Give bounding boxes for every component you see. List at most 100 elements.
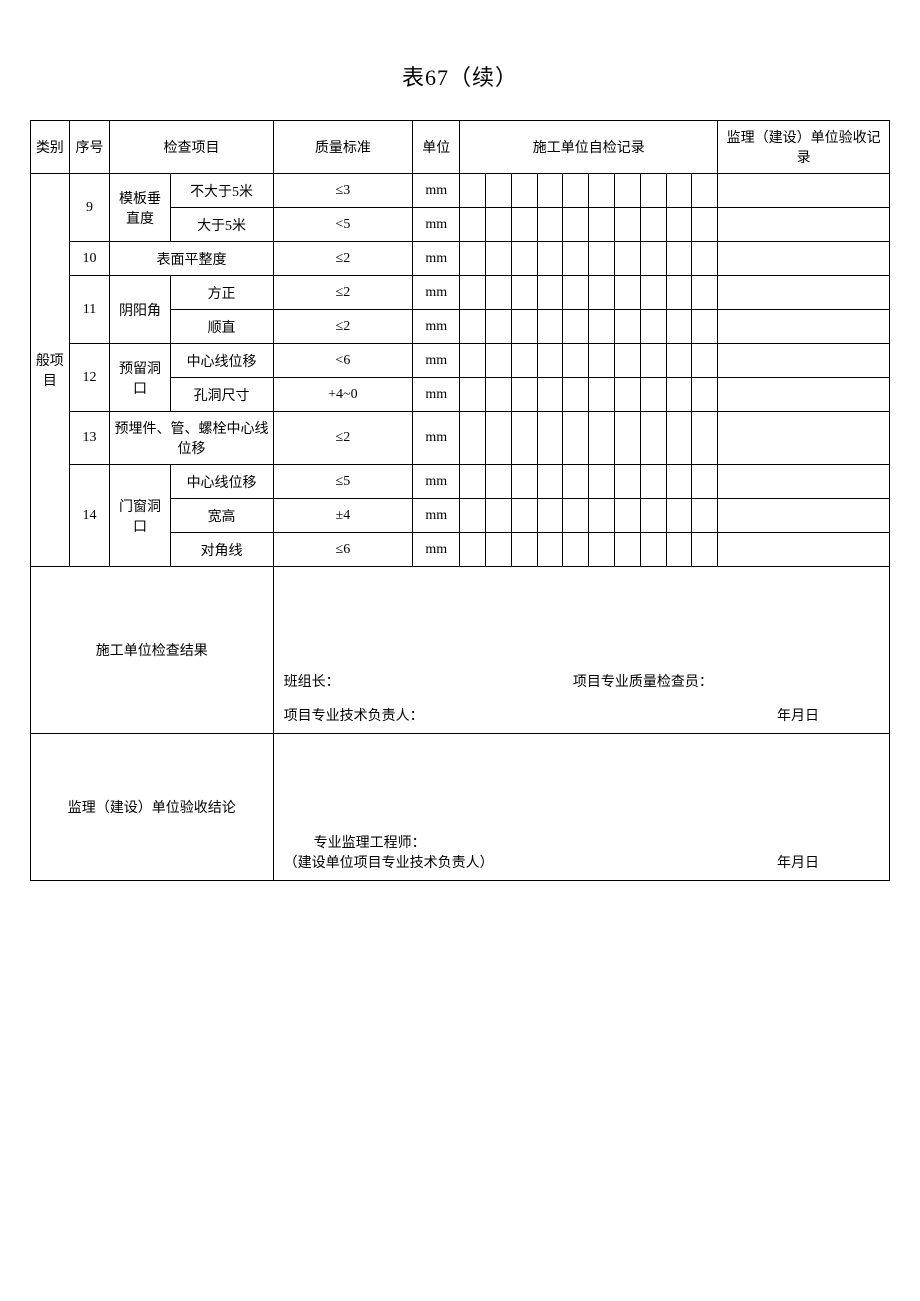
check-cell[interactable] [563,499,589,533]
check-cell[interactable] [537,344,563,378]
check-cell[interactable] [460,174,486,208]
check-cell[interactable] [640,533,666,567]
check-cell[interactable] [692,174,718,208]
check-cell[interactable] [563,174,589,208]
check-cell[interactable] [640,174,666,208]
check-cell[interactable] [614,499,640,533]
check-cell[interactable] [614,378,640,412]
check-cell[interactable] [692,310,718,344]
check-cell[interactable] [692,412,718,465]
check-cell[interactable] [537,499,563,533]
check-cell[interactable] [563,276,589,310]
supervisor-cell[interactable] [718,533,890,567]
check-cell[interactable] [537,465,563,499]
check-cell[interactable] [640,499,666,533]
check-cell[interactable] [640,344,666,378]
check-cell[interactable] [511,499,537,533]
check-cell[interactable] [563,378,589,412]
check-cell[interactable] [511,533,537,567]
check-cell[interactable] [640,310,666,344]
check-cell[interactable] [511,310,537,344]
check-cell[interactable] [563,242,589,276]
check-cell[interactable] [614,412,640,465]
check-cell[interactable] [666,310,692,344]
check-cell[interactable] [640,276,666,310]
check-cell[interactable] [563,533,589,567]
check-cell[interactable] [589,310,615,344]
check-cell[interactable] [486,242,512,276]
check-cell[interactable] [692,276,718,310]
check-cell[interactable] [460,344,486,378]
check-cell[interactable] [563,465,589,499]
check-cell[interactable] [486,344,512,378]
supervisor-cell[interactable] [718,174,890,208]
acceptance-content[interactable]: 专业监理工程师： （建设单位项目专业技术负责人） 年月日 [273,734,889,881]
supervisor-cell[interactable] [718,412,890,465]
check-cell[interactable] [692,344,718,378]
check-cell[interactable] [589,208,615,242]
check-cell[interactable] [511,174,537,208]
supervisor-cell[interactable] [718,344,890,378]
check-cell[interactable] [460,242,486,276]
check-cell[interactable] [537,533,563,567]
check-cell[interactable] [614,174,640,208]
supervisor-cell[interactable] [718,378,890,412]
check-cell[interactable] [640,242,666,276]
check-cell[interactable] [589,465,615,499]
check-cell[interactable] [666,533,692,567]
check-cell[interactable] [460,465,486,499]
check-cell[interactable] [666,208,692,242]
check-cell[interactable] [589,174,615,208]
check-cell[interactable] [486,310,512,344]
result-content[interactable]: 班组长： 项目专业质量检查员： 项目专业技术负责人： 年月日 [273,567,889,734]
check-cell[interactable] [692,242,718,276]
check-cell[interactable] [666,465,692,499]
check-cell[interactable] [486,378,512,412]
check-cell[interactable] [486,208,512,242]
check-cell[interactable] [537,310,563,344]
check-cell[interactable] [666,499,692,533]
check-cell[interactable] [666,276,692,310]
check-cell[interactable] [614,208,640,242]
check-cell[interactable] [563,412,589,465]
check-cell[interactable] [563,208,589,242]
check-cell[interactable] [537,378,563,412]
check-cell[interactable] [563,310,589,344]
check-cell[interactable] [511,412,537,465]
check-cell[interactable] [511,208,537,242]
check-cell[interactable] [486,276,512,310]
check-cell[interactable] [589,378,615,412]
check-cell[interactable] [460,499,486,533]
supervisor-cell[interactable] [718,276,890,310]
check-cell[interactable] [537,208,563,242]
check-cell[interactable] [537,242,563,276]
check-cell[interactable] [666,378,692,412]
check-cell[interactable] [614,465,640,499]
check-cell[interactable] [692,378,718,412]
check-cell[interactable] [511,378,537,412]
check-cell[interactable] [537,174,563,208]
check-cell[interactable] [537,412,563,465]
check-cell[interactable] [589,276,615,310]
check-cell[interactable] [692,499,718,533]
check-cell[interactable] [614,344,640,378]
check-cell[interactable] [563,344,589,378]
check-cell[interactable] [614,276,640,310]
supervisor-cell[interactable] [718,465,890,499]
check-cell[interactable] [614,242,640,276]
check-cell[interactable] [537,276,563,310]
check-cell[interactable] [460,208,486,242]
check-cell[interactable] [486,499,512,533]
check-cell[interactable] [460,276,486,310]
check-cell[interactable] [640,465,666,499]
check-cell[interactable] [486,533,512,567]
check-cell[interactable] [666,174,692,208]
supervisor-cell[interactable] [718,242,890,276]
check-cell[interactable] [589,499,615,533]
check-cell[interactable] [511,276,537,310]
check-cell[interactable] [666,412,692,465]
supervisor-cell[interactable] [718,208,890,242]
check-cell[interactable] [589,344,615,378]
check-cell[interactable] [692,533,718,567]
check-cell[interactable] [614,533,640,567]
